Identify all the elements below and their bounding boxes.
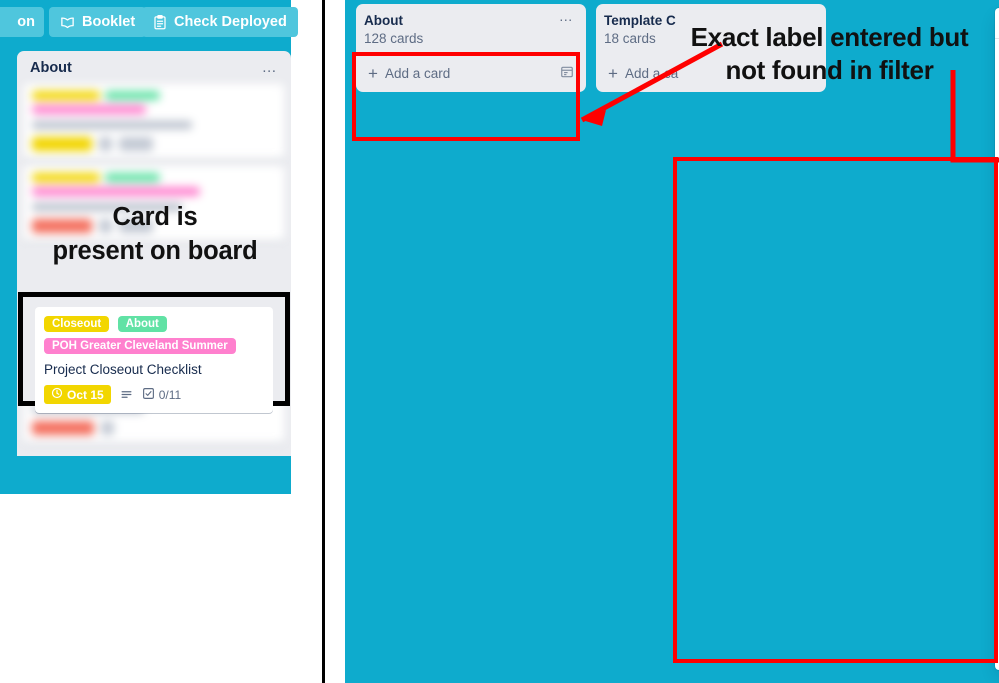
card-label-poh-greater-cleveland-summer[interactable]: POH Greater Cleveland Summer — [44, 338, 236, 354]
toolbar-button-check-deployed[interactable]: Check Deployed — [142, 7, 298, 37]
pane-divider — [322, 0, 325, 683]
list-about-right: About 128 cards … + Add a card — [356, 4, 586, 92]
toolbar-button-label: Booklet — [82, 14, 136, 30]
card-labels: Closeout About POH Greater Cleveland Sum… — [44, 314, 264, 358]
card-project-closeout-checklist[interactable]: Closeout About POH Greater Cleveland Sum… — [35, 307, 273, 413]
right-board-pane: About 128 cards … + Add a card Template … — [326, 0, 999, 683]
screenshot-root: on Booklet Check Deployed About … Card i… — [0, 0, 999, 683]
add-card-label: Add a card — [384, 65, 451, 81]
board-toolbar: on Booklet Check Deployed — [0, 0, 298, 44]
ellipsis-icon[interactable]: … — [262, 60, 278, 75]
card-label-about[interactable]: About — [117, 316, 167, 332]
annotation-card-present: Card is present on board — [18, 200, 292, 268]
annotation-line-1: Exact label entered but — [690, 22, 969, 52]
clock-icon — [51, 387, 63, 402]
list-item[interactable] — [24, 84, 284, 159]
list-title: About — [364, 13, 403, 28]
filter-body: Keyword POH Greater Cleveland Summer Sea… — [995, 39, 999, 641]
list-header: About … — [17, 51, 291, 84]
list-title: About — [30, 59, 72, 76]
list-card-count: 128 cards — [364, 31, 424, 46]
description-icon — [120, 388, 133, 401]
checklist-badge: 0/11 — [142, 387, 181, 403]
card-label-closeout[interactable]: Closeout — [44, 316, 110, 332]
toolbar-button-label: Check Deployed — [174, 14, 287, 30]
toolbar-button-label: on — [17, 14, 35, 30]
filter-popover: Filter ✕ Keyword POH Greater Cleveland S… — [995, 8, 999, 670]
due-date-text: Oct 15 — [67, 387, 104, 402]
due-date-badge[interactable]: Oct 15 — [44, 385, 111, 404]
plus-icon: + — [368, 63, 378, 83]
card-title: Project Closeout Checklist — [44, 362, 202, 377]
add-card-button[interactable]: + Add a card — [364, 58, 578, 88]
checklist-text: 0/11 — [158, 387, 182, 402]
annotation-box-card-present: Closeout About POH Greater Cleveland Sum… — [18, 292, 290, 413]
left-board-pane: on Booklet Check Deployed About … Card i… — [0, 0, 311, 683]
card-template-icon[interactable] — [560, 65, 574, 82]
plus-icon: + — [608, 63, 618, 83]
toolbar-button-booklet[interactable]: Booklet — [49, 7, 147, 37]
checklist-icon — [142, 387, 155, 403]
right-board-canvas — [345, 0, 999, 683]
annotation-line-2: not found in filter — [725, 55, 934, 85]
ellipsis-icon[interactable]: … — [559, 9, 574, 23]
toolbar-button-truncated[interactable]: on — [0, 7, 44, 37]
card-badges: Oct 15 0/11 — [44, 385, 264, 404]
annotation-line-1: Card is — [112, 203, 198, 231]
booklet-icon — [60, 15, 75, 30]
annotation-line-2: present on board — [52, 237, 258, 265]
annotation-exact-label: Exact label entered but not found in fil… — [660, 21, 999, 87]
clipboard-icon — [153, 14, 167, 30]
